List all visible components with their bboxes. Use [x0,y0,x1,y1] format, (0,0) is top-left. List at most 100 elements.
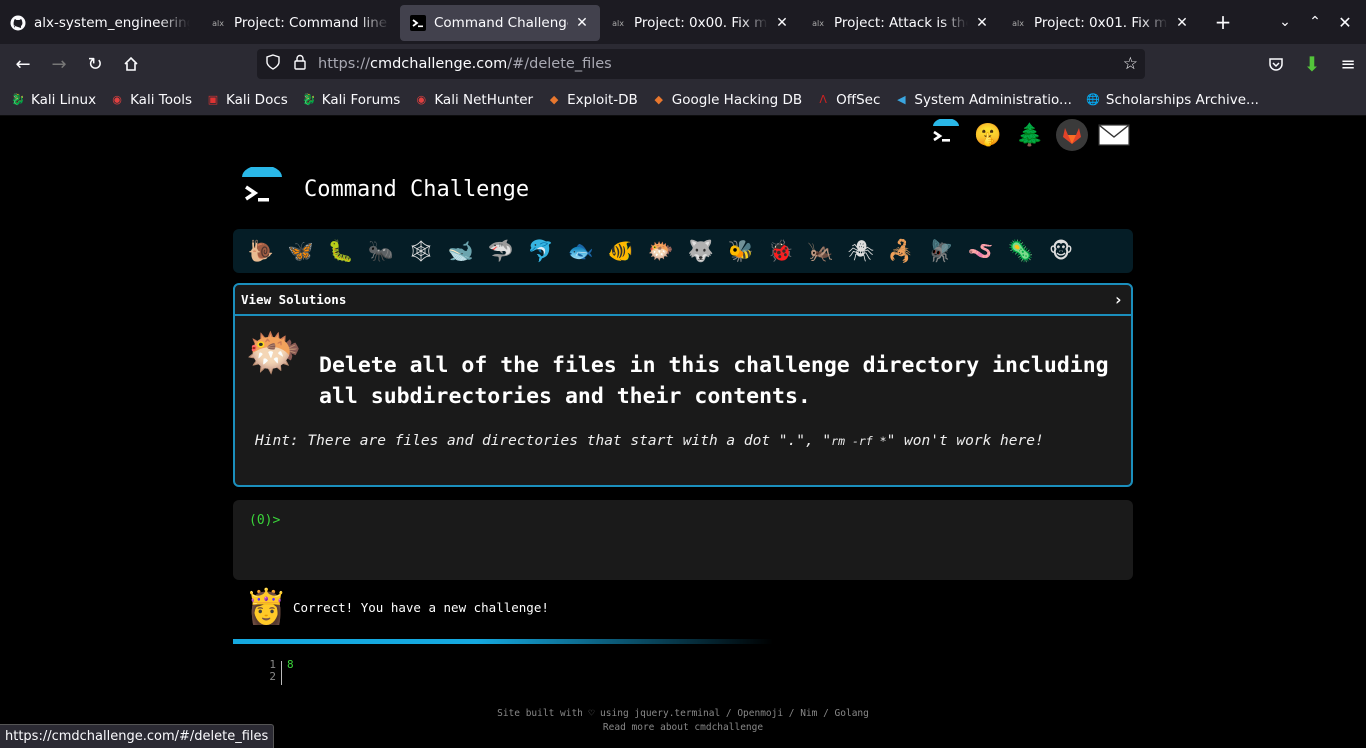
challenge-animal-icon[interactable]: 🕷 [841,229,881,273]
challenge-animal-icon[interactable]: 🐵 [1041,229,1081,273]
bookmark-item[interactable]: ◀ System Administratio... [893,92,1072,108]
output-code: 8 [287,658,294,671]
challenge-animal-icon[interactable]: 🐛 [321,229,361,273]
bookmarks-toolbar: 🐉 Kali Linux ◉ Kali Tools ▣ Kali Docs 🐉 Kali Fo… [0,84,1366,116]
home-button[interactable] [113,48,149,80]
alx-icon: alx [1012,18,1024,28]
terminal-icon[interactable] [930,119,962,151]
challenge-animal-icon[interactable]: 🦋 [281,229,321,273]
tab-5[interactable]: alx Project: 0x01. Fix my co ✕ [1000,5,1200,41]
challenge-animal-icon[interactable]: 🦠 [1001,229,1041,273]
terminal-logo-icon [240,165,284,211]
shushing-face-icon[interactable]: 🤫 [972,119,1004,151]
footer-credits[interactable]: Site built with ♡ using jquery.terminal … [0,707,1366,721]
page-content: 🤫 🌲 Command Challenge 🐌 🦋 🐛 🐜 🕸 🐋 🦈 🐬 🐟 🐠 🐡 🐺 🐝 🐞 🦗 🕷 🦂 🪰 🪱… [0,117,1366,747]
bookmark-item[interactable]: Λ OffSec [815,92,880,108]
challenge-nav: 🐌 🦋 🐛 🐜 🕸 🐋 🦈 🐬 🐟 🐠 🐡 🐺 🐝 🐞 🦗 🕷 🦂 🪰 🪱 🦠 🐵 [233,229,1133,273]
terminal-icon [410,15,426,31]
bookmark-label: OffSec [836,91,881,108]
home-icon [124,56,138,71]
forward-button[interactable]: → [41,48,77,80]
tab-1[interactable]: alx Project: Command line [200,5,400,41]
tab-title: Command Challenge! [434,15,568,31]
challenge-animal-icon[interactable]: 🐟 [561,229,601,273]
new-tab-button[interactable]: + [1208,10,1238,34]
bookmark-item[interactable]: ◉ Kali Tools [109,92,192,108]
bookmark-item[interactable]: 🐉 Kali Linux [10,92,96,108]
challenge-animal-icon[interactable]: 🦈 [481,229,521,273]
view-solutions-toggle[interactable]: View Solutions › [235,285,1131,316]
challenge-animal-icon[interactable]: 🐌 [241,229,281,273]
tab-title: Project: 0x01. Fix my co [1034,15,1168,31]
bookmark-label: Kali Docs [226,91,288,108]
lock-icon[interactable] [287,54,313,74]
close-tab-icon[interactable]: ✕ [774,15,790,31]
tab-title: alx-system_engineering [34,15,190,31]
result-text: Correct! You have a new challenge! [293,599,549,615]
bookmark-label: Kali NetHunter [434,91,534,108]
tab-0[interactable]: alx-system_engineering [0,5,200,41]
kali-nethunter-icon: ◉ [416,93,427,106]
kali-dragon-icon: 🐉 [301,93,316,106]
challenge-animal-icon[interactable]: 🐝 [721,229,761,273]
alx-icon: alx [812,18,824,28]
exploit-db-icon: ◆ [549,93,559,106]
download-icon[interactable]: ⬇ [1294,48,1330,80]
tab-2[interactable]: Command Challenge! ✕ [400,5,600,41]
challenge-animal-icon[interactable]: 🐞 [761,229,801,273]
mail-icon[interactable] [1098,119,1130,151]
offsec-icon: Λ [819,93,827,106]
pocket-icon[interactable] [1258,48,1294,80]
tab-4[interactable]: alx Project: Attack is the be ✕ [800,5,1000,41]
challenge-animal-icon[interactable]: 🦂 [881,229,921,273]
terminal-prompt: (0)> [249,513,281,528]
tab-title: Project: 0x00. Fix my co [634,15,768,31]
close-window-button[interactable]: ✕ [1330,13,1360,32]
kali-tools-icon: ◉ [112,93,122,106]
princess-icon: 👸 [245,587,288,627]
tree-icon[interactable]: 🌲 [1014,119,1046,151]
close-tab-icon[interactable]: ✕ [1174,15,1190,31]
chevron-right-icon: › [1113,290,1123,309]
challenge-animal-icon[interactable]: 🪰 [921,229,961,273]
page-title: Command Challenge [304,176,530,202]
close-tab-icon[interactable]: ✕ [574,15,590,31]
chevron-down-icon[interactable]: ⌄ [1270,14,1300,30]
exploit-db-icon: ◆ [654,93,664,106]
bookmark-item[interactable]: ◆ Exploit-DB [546,92,638,108]
bookmark-item[interactable]: 🌐 Scholarships Archive... [1085,92,1259,108]
menu-icon[interactable]: ≡ [1330,48,1366,80]
brand[interactable]: Command Challenge [240,165,530,211]
url-text[interactable]: https://cmdchallenge.com/#/delete_files [318,56,612,72]
bookmark-item[interactable]: ◉ Kali NetHunter [413,91,534,108]
tab-3[interactable]: alx Project: 0x00. Fix my co ✕ [600,5,800,41]
challenge-animal-icon[interactable]: 🐡 [641,229,681,273]
challenge-animal-icon[interactable]: 🦗 [801,229,841,273]
terminal-input[interactable]: (0)> [233,500,1133,580]
challenge-animal-icon[interactable]: 🪱 [961,229,1001,273]
reload-button[interactable]: ↻ [77,48,113,80]
bookmark-item[interactable]: 🐉 Kali Forums [301,91,401,108]
gitlab-icon[interactable] [1056,119,1088,151]
challenge-animal-icon[interactable]: 🐋 [441,229,481,273]
tab-bar: alx-system_engineering alx Project: Comman… [0,0,1366,44]
bookmark-label: Kali Forums [321,91,401,108]
shield-icon[interactable] [259,54,287,74]
challenge-animal-icon[interactable]: 🐜 [361,229,401,273]
close-tab-icon[interactable]: ✕ [974,15,990,31]
alx-icon: alx [612,18,624,28]
challenge-hint: Hint: There are files and directories th… [255,433,1044,449]
status-bar: https://cmdchallenge.com/#/delete_files [0,724,275,748]
challenge-animal-icon[interactable]: 🕸 [401,229,441,273]
minimize-button[interactable]: ⌃ [1300,14,1330,30]
challenge-animal-icon[interactable]: 🐠 [601,229,641,273]
github-icon [10,15,26,31]
url-bar[interactable]: https://cmdchallenge.com/#/delete_files … [257,49,1145,79]
back-button[interactable]: ← [5,48,41,80]
challenge-animal-icon[interactable]: 🐺 [681,229,721,273]
cursor-bar [281,661,282,685]
challenge-animal-icon[interactable]: 🐬 [521,229,561,273]
bookmark-star-icon[interactable]: ☆ [1123,54,1138,74]
bookmark-item[interactable]: ▣ Kali Docs [205,92,288,108]
bookmark-item[interactable]: ◆ Google Hacking DB [651,92,803,108]
